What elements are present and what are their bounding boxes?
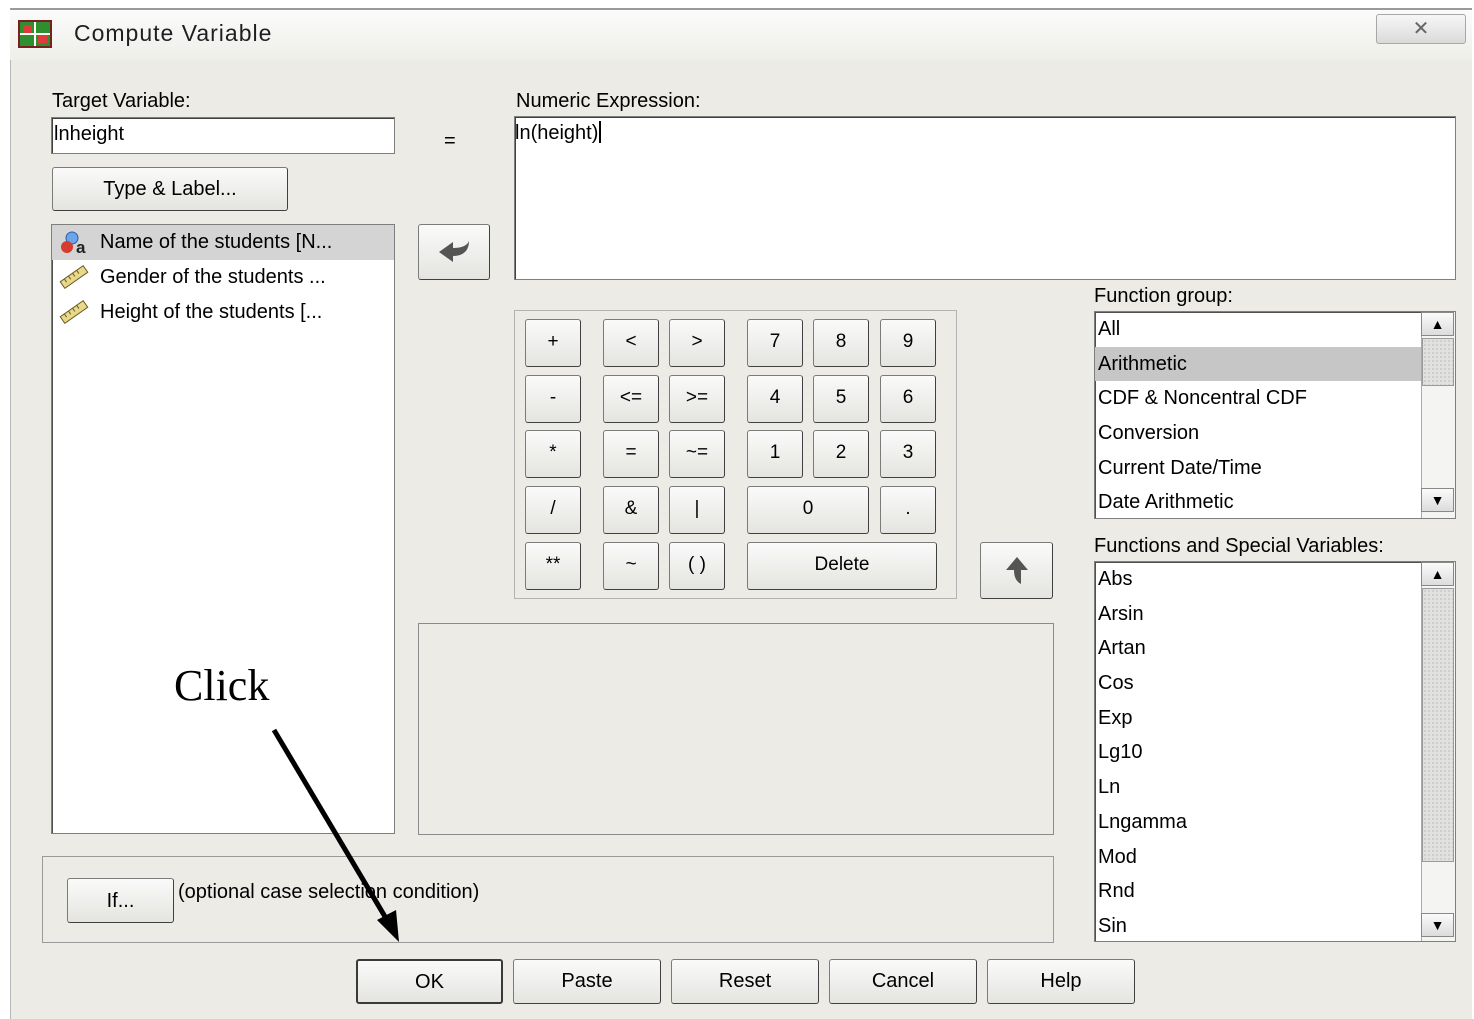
if-button[interactable]: If...	[67, 878, 174, 923]
function-group-item[interactable]: All	[1095, 312, 1455, 347]
function-group-list[interactable]: All Arithmetic CDF & Noncentral CDF Conv…	[1094, 311, 1456, 519]
function-item[interactable]: Artan	[1095, 631, 1455, 666]
keypad-2-button[interactable]: 2	[813, 430, 869, 478]
keypad-1-button[interactable]: 1	[747, 430, 803, 478]
function-item[interactable]: Sin	[1095, 909, 1455, 941]
numeric-expression-value: ln(height)	[515, 122, 599, 144]
keypad-or-button[interactable]: |	[669, 486, 725, 534]
function-group-item[interactable]: Current Date/Time	[1095, 451, 1455, 486]
function-group-label: Function group:	[1094, 285, 1233, 307]
function-item[interactable]: Lngamma	[1095, 805, 1455, 840]
keypad-multiply-button[interactable]: *	[525, 430, 581, 478]
move-function-up-button[interactable]	[980, 542, 1053, 599]
function-item[interactable]: Cos	[1095, 666, 1455, 701]
variable-item[interactable]: Height of the students [...	[52, 295, 394, 330]
functions-list[interactable]: Abs Arsin Artan Cos Exp Lg10 Ln Lngamma …	[1094, 561, 1456, 942]
keypad-minus-button[interactable]: -	[525, 375, 581, 423]
close-button[interactable]: ✕	[1376, 14, 1466, 44]
function-item[interactable]: Rnd	[1095, 874, 1455, 909]
move-to-expression-button[interactable]	[418, 224, 490, 280]
function-group-item[interactable]: Conversion	[1095, 416, 1455, 451]
paste-button[interactable]: Paste	[513, 959, 661, 1004]
compute-variable-app-icon	[18, 20, 52, 48]
keypad-3-button[interactable]: 3	[880, 430, 936, 478]
keypad-6-button[interactable]: 6	[880, 375, 936, 423]
function-group-item[interactable]: Date Arithmetic	[1095, 485, 1455, 518]
reset-button[interactable]: Reset	[671, 959, 819, 1004]
variable-label: Gender of the students ...	[100, 266, 326, 288]
function-item[interactable]: Abs	[1095, 562, 1455, 597]
function-item[interactable]: Exp	[1095, 701, 1455, 736]
type-label-button[interactable]: Type & Label...	[52, 167, 288, 211]
keypad-greater-button[interactable]: >	[669, 319, 725, 367]
keypad-greater-equal-button[interactable]: >=	[669, 375, 725, 423]
target-variable-label: Target Variable:	[52, 90, 191, 112]
help-button[interactable]: Help	[987, 959, 1135, 1004]
left-arrow-icon	[439, 241, 469, 262]
keypad-equal-button[interactable]: =	[603, 430, 659, 478]
keypad-less-button[interactable]: <	[603, 319, 659, 367]
annotation-arrow-icon	[271, 728, 399, 942]
keypad-parentheses-button[interactable]: ( )	[669, 542, 725, 590]
ok-button[interactable]: OK	[356, 959, 503, 1004]
target-variable-input[interactable]: lnheight	[51, 117, 395, 154]
scroll-down-button[interactable]: ▼	[1421, 913, 1454, 937]
function-group-item-selected[interactable]: Arithmetic	[1095, 346, 1421, 382]
variable-item[interactable]: a Name of the students [N...	[52, 225, 394, 260]
function-group-item[interactable]: CDF & Noncentral CDF	[1095, 381, 1455, 416]
triangle-down-icon: ▼	[1430, 917, 1445, 933]
keypad-not-button[interactable]: ~	[603, 542, 659, 590]
keypad-7-button[interactable]: 7	[747, 319, 803, 367]
variable-label: Height of the students [...	[100, 301, 323, 323]
function-item[interactable]: Lg10	[1095, 735, 1455, 770]
scroll-thumb[interactable]	[1422, 588, 1454, 862]
keypad-8-button[interactable]: 8	[813, 319, 869, 367]
keypad-plus-button[interactable]: +	[525, 319, 581, 367]
close-icon: ✕	[1412, 18, 1430, 40]
numeric-expression-input[interactable]: ln(height)	[514, 116, 1456, 280]
up-arrow-icon	[1005, 557, 1028, 584]
keypad-4-button[interactable]: 4	[747, 375, 803, 423]
scroll-thumb[interactable]	[1422, 338, 1454, 386]
scroll-up-button[interactable]: ▲	[1421, 312, 1454, 336]
keypad-0-button[interactable]: 0	[747, 486, 869, 534]
keypad-power-button[interactable]: **	[525, 542, 581, 590]
function-description-box	[418, 623, 1054, 835]
svg-text:a: a	[76, 238, 86, 254]
numeric-expression-label: Numeric Expression:	[516, 90, 701, 112]
string-variable-icon: a	[61, 231, 86, 254]
keypad-5-button[interactable]: 5	[813, 375, 869, 423]
variable-label: Name of the students [N...	[100, 231, 333, 253]
scroll-down-button[interactable]: ▼	[1421, 488, 1454, 512]
keypad-less-equal-button[interactable]: <=	[603, 375, 659, 423]
keypad-9-button[interactable]: 9	[880, 319, 936, 367]
triangle-up-icon: ▲	[1430, 316, 1445, 332]
triangle-up-icon: ▲	[1430, 566, 1445, 582]
cancel-button[interactable]: Cancel	[829, 959, 977, 1004]
window-title: Compute Variable	[74, 20, 273, 46]
function-item[interactable]: Mod	[1095, 840, 1455, 875]
ruler-icon	[59, 265, 89, 289]
keypad-divide-button[interactable]: /	[525, 486, 581, 534]
text-cursor	[599, 121, 602, 143]
equals-sign: =	[444, 130, 456, 152]
function-item[interactable]: Arsin	[1095, 597, 1455, 632]
keypad-decimal-button[interactable]: .	[880, 486, 936, 534]
variable-item[interactable]: Gender of the students ...	[52, 260, 394, 295]
triangle-down-icon: ▼	[1430, 492, 1445, 508]
scroll-up-button[interactable]: ▲	[1421, 562, 1454, 586]
click-annotation-text: Click	[174, 661, 270, 710]
function-item[interactable]: Ln	[1095, 770, 1455, 805]
keypad-not-equal-button[interactable]: ~=	[669, 430, 725, 478]
keypad-delete-button[interactable]: Delete	[747, 542, 937, 590]
keypad-and-button[interactable]: &	[603, 486, 659, 534]
ruler-icon	[59, 300, 89, 324]
target-variable-value: lnheight	[54, 123, 125, 145]
functions-label: Functions and Special Variables:	[1094, 535, 1384, 557]
